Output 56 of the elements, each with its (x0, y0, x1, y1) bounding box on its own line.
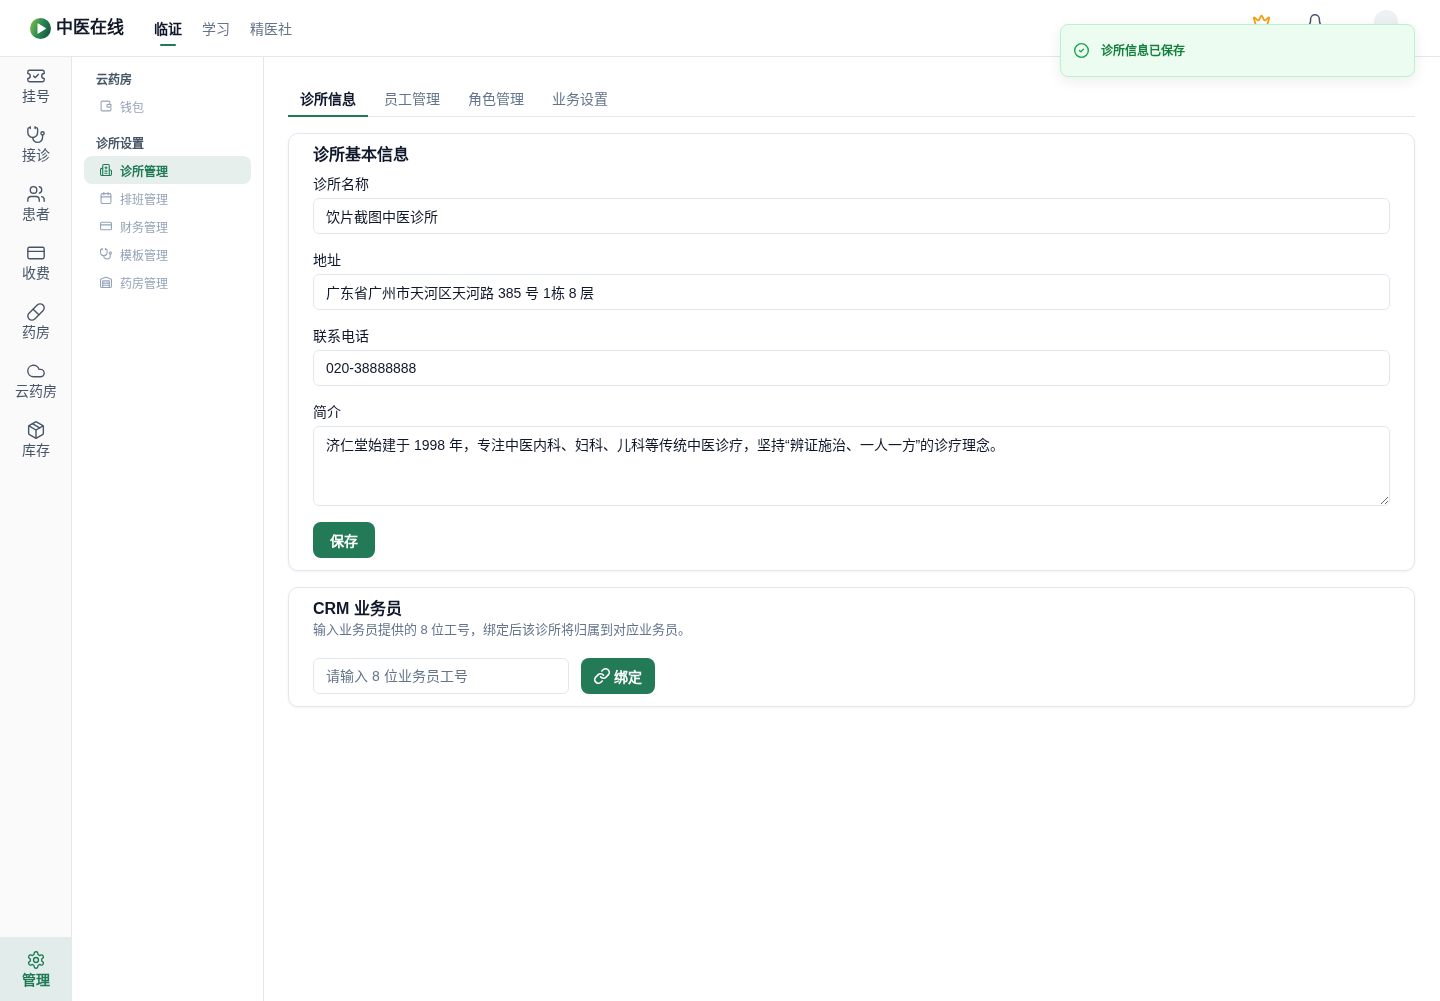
rail-nav-item[interactable]: 云药房 (0, 352, 71, 411)
section-title: CRM 业务员 (313, 599, 402, 619)
cloud-icon (26, 362, 45, 380)
sidebar-item[interactable]: 财务管理 (84, 212, 251, 240)
sidebar-item[interactable]: 排班管理 (84, 184, 251, 212)
field-label: 简介 (313, 403, 341, 422)
save-button[interactable]: 保存 (313, 522, 375, 558)
input-field[interactable]: 饮片截图中医诊所 (313, 198, 1390, 234)
sidebar-item[interactable]: 钱包 (84, 92, 251, 120)
warehouse-icon (100, 276, 112, 288)
section-title: 诊所基本信息 (313, 145, 409, 165)
building-icon (100, 164, 112, 176)
check-circle-icon (1074, 43, 1089, 58)
ticket-check-icon (26, 67, 45, 85)
link-icon (594, 668, 610, 684)
calendar-icon (100, 192, 112, 204)
users-icon (26, 185, 45, 203)
tab[interactable]: 角色管理 (456, 81, 536, 117)
sidebar-item[interactable]: 诊所管理 (84, 156, 251, 184)
input-field[interactable]: 广东省广州市天河区天河路 385 号 1栋 8 层 (313, 274, 1390, 310)
input-field[interactable]: 020-38888888 (313, 350, 1390, 386)
rail-nav-item[interactable]: 患者 (0, 175, 71, 234)
field-label: 地址 (313, 251, 341, 270)
stethoscope-icon (26, 126, 45, 144)
settings-icon (26, 951, 45, 969)
credit-card-icon (100, 220, 112, 232)
pill-icon (26, 303, 45, 321)
logo-icon (30, 17, 51, 39)
nav-link[interactable]: 精医社 (250, 0, 292, 56)
wallet-icon (100, 100, 112, 112)
sidebar-item[interactable]: 模板管理 (84, 240, 251, 268)
sidebar-group-title: 云药房 (95, 72, 132, 88)
stethoscope-icon (100, 248, 112, 260)
tab[interactable]: 员工管理 (372, 81, 452, 117)
toast-message: 诊所信息已保存 (1101, 42, 1185, 59)
rail-nav-item[interactable]: 接诊 (0, 116, 71, 175)
input-field[interactable]: 请输入 8 位业务员工号 (313, 658, 569, 694)
sidebar-group-title: 诊所设置 (95, 136, 144, 152)
field-label: 诊所名称 (313, 175, 369, 194)
rail-nav-item[interactable]: 库存 (0, 411, 71, 470)
field-label: 联系电话 (313, 327, 369, 346)
tab[interactable]: 诊所信息 (288, 81, 368, 117)
bind-button[interactable]: 绑定 (581, 658, 655, 694)
rail-nav-item[interactable]: 管理 (0, 937, 71, 1001)
section-description: 输入业务员提供的 8 位工号，绑定后该诊所将归属到对应业务员。 (313, 621, 692, 639)
box-icon (26, 421, 45, 439)
nav-link[interactable]: 学习 (202, 0, 230, 56)
app-name: 中医在线 (56, 17, 124, 39)
tab[interactable]: 业务设置 (540, 81, 620, 117)
rail-nav-item[interactable]: 收费 (0, 234, 71, 293)
rail-nav-item[interactable]: 挂号 (0, 57, 71, 116)
credit-card-icon (26, 244, 45, 262)
textarea-field[interactable]: 济仁堂始建于 1998 年，专注中医内科、妇科、儿科等传统中医诊疗，坚持“辨证施治、一人一方”的诊疗理念。 (313, 426, 1390, 506)
nav-link[interactable]: 临证 (154, 0, 182, 56)
sidebar-item[interactable]: 药房管理 (84, 268, 251, 296)
rail-nav-item[interactable]: 药房 (0, 293, 71, 352)
